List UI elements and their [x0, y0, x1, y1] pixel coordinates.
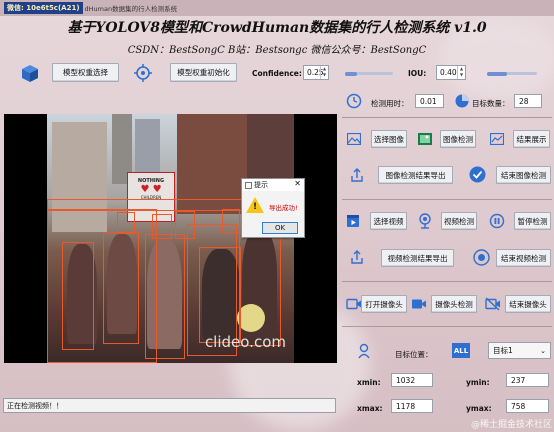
select-video-button[interactable]: 选择视频	[370, 212, 407, 230]
video-watermark: clideo.com	[204, 333, 286, 351]
close-camera-button[interactable]: 结束摄像头	[505, 295, 551, 313]
confidence-label: Confidence:	[252, 69, 302, 78]
detection-box	[117, 212, 135, 234]
warning-icon-mark: !	[253, 202, 258, 212]
detection-box	[199, 247, 241, 343]
toolbar: 模型权重选择 模型权重初始化 Confidence: 0.25 ▲ ▼ IOU: …	[0, 60, 554, 88]
ymin-value: 237	[506, 373, 549, 387]
window-title: dHuman数据集的行人检测系统	[84, 5, 178, 13]
time-value: 0.01	[415, 94, 444, 108]
confidence-spinbox[interactable]: 0.25 ▲ ▼	[303, 65, 329, 80]
cube-icon	[22, 65, 38, 82]
image-viewer: NOTHING ♥ ♥ CHILDREN clideo.com	[4, 114, 337, 363]
spin-arrows-icon[interactable]: ▲ ▼	[320, 66, 328, 79]
ymin-label: ymin:	[466, 378, 490, 387]
init-weights-button[interactable]: 模型权重初始化	[170, 63, 237, 82]
camera-detect-icon	[412, 299, 426, 309]
xmin-value: 1032	[391, 373, 433, 387]
divider	[342, 281, 552, 282]
iou-spinbox[interactable]: 0.40 ▲ ▼	[436, 65, 466, 80]
count-value: 28	[514, 94, 542, 108]
detection-box	[175, 211, 195, 239]
heart-icon: ♥ ♥	[140, 184, 162, 195]
pie-chart-icon	[455, 94, 469, 108]
position-label: 目标位置：	[395, 350, 433, 359]
detection-box	[145, 234, 185, 359]
line-chart-icon	[490, 133, 504, 145]
xmax-label: xmax:	[357, 404, 383, 413]
window-titlebar: 微信: 10e6t5c(A21) dHuman数据集的行人检测系统	[0, 0, 554, 16]
camera-detect-button[interactable]: 摄像头检测	[431, 295, 477, 313]
image-icon	[347, 133, 361, 145]
app-icon	[245, 181, 252, 189]
ymax-value: 758	[506, 399, 549, 413]
count-label: 目标数量：	[472, 99, 510, 108]
export-icon	[351, 168, 363, 182]
page-title: 基于YOLOV8模型和CrowdHuman数据集的行人检测系统 v1.0	[67, 20, 487, 36]
iou-slider-fill	[487, 72, 507, 76]
location-icon	[358, 343, 370, 359]
page-subtitle: CSDN：BestSongC B站：Bestsongc 微信公众号：BestSo…	[127, 45, 427, 56]
webcam-icon	[419, 213, 431, 229]
title-chip: 微信: 10e6t5c(A21)	[4, 2, 83, 14]
iou-label: IOU:	[408, 69, 427, 78]
detection-image: NOTHING ♥ ♥ CHILDREN clideo.com	[47, 114, 294, 363]
close-icon[interactable]: ✕	[294, 179, 301, 188]
check-circle-icon	[469, 166, 486, 183]
time-label: 检测用时：	[371, 99, 409, 108]
footer-watermark: @稀土掘金技术社区	[470, 420, 552, 430]
spin-arrows-icon[interactable]: ▲ ▼	[457, 66, 465, 79]
xmax-value: 1178	[391, 399, 433, 413]
message-dialog: 提示 ✕ ! 导出成功! OK	[241, 178, 305, 238]
export-video-button[interactable]: 视频检测结果导出	[381, 249, 454, 267]
app-window: 微信: 10e6t5c(A21) dHuman数据集的行人检测系统 基于YOLO…	[0, 0, 554, 432]
divider	[342, 199, 552, 200]
status-bar: 正在检测视频！！	[3, 398, 336, 413]
clock-icon	[346, 93, 362, 109]
detection-box	[222, 209, 240, 233]
export-image-button[interactable]: 图像检测结果导出	[378, 166, 453, 184]
video-file-icon	[347, 215, 359, 227]
video-camera-icon	[346, 298, 361, 310]
end-video-button[interactable]: 结束视频检测	[496, 249, 551, 267]
detection-box	[62, 242, 94, 350]
select-weights-button[interactable]: 模型权重选择	[52, 63, 119, 82]
photo-detect-icon	[418, 133, 432, 145]
detection-box	[152, 214, 172, 239]
target-select-value: 目标1	[493, 346, 513, 355]
chevron-down-icon[interactable]: ⌄	[540, 347, 546, 355]
divider	[342, 326, 552, 327]
pause-detect-button[interactable]: 暂停检测	[514, 212, 551, 230]
stop-circle-icon	[473, 249, 490, 266]
confidence-slider-fill	[345, 72, 357, 76]
ymax-label: ymax:	[466, 404, 492, 413]
dialog-message: 导出成功!	[269, 204, 298, 212]
detection-box	[239, 226, 281, 346]
ok-button[interactable]: OK	[262, 222, 298, 234]
video-detect-button[interactable]: 视频检测	[441, 212, 477, 230]
open-camera-button[interactable]: 打开摄像头	[361, 295, 407, 313]
target-icon	[134, 64, 152, 82]
end-image-button[interactable]: 结束图像检测	[496, 166, 551, 184]
camera-off-icon	[485, 297, 500, 311]
target-select[interactable]: 目标1 ⌄	[488, 342, 551, 359]
detection-box	[103, 232, 139, 344]
pause-icon	[489, 213, 505, 229]
select-image-button[interactable]: 选择图像	[371, 130, 407, 148]
dialog-title-text: 提示	[254, 181, 268, 189]
xmin-label: xmin:	[357, 378, 381, 387]
divider	[342, 117, 552, 118]
export-icon	[351, 250, 363, 264]
show-results-button[interactable]: 结果展示	[513, 130, 550, 148]
image-detect-button[interactable]: 图像检测	[440, 130, 476, 148]
iou-value: 0.40	[440, 68, 457, 77]
all-badge-icon: ALL	[452, 343, 470, 358]
